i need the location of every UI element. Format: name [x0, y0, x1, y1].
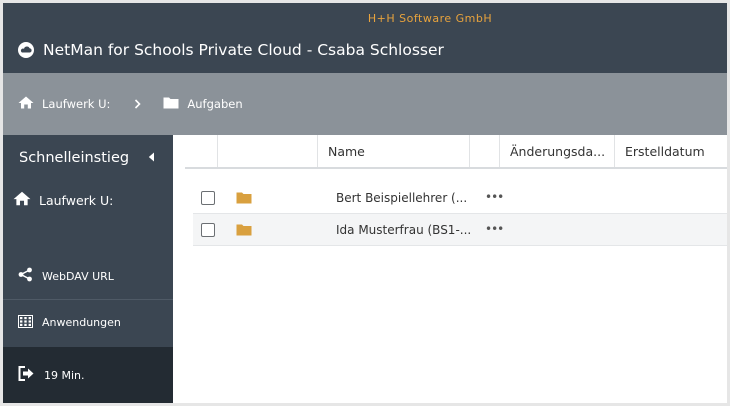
app-title-bar: NetMan for Schools Private Cloud - Csaba…: [17, 41, 444, 59]
row-checkbox[interactable]: [201, 223, 215, 237]
breadcrumb-label-folder: Aufgaben: [187, 97, 243, 111]
logout-timer-label: 19 Min.: [44, 368, 85, 382]
table-row[interactable]: Bert Beispiellehrer (... •••: [193, 182, 727, 214]
share-icon: [18, 267, 33, 285]
column-header-created[interactable]: Erstelldatum: [614, 135, 727, 167]
sidebar-item-apps[interactable]: Anwendungen: [3, 299, 173, 345]
breadcrumb-item-drive[interactable]: Laufwerk U:: [18, 96, 110, 112]
sidebar: Schnelleinstieg Laufwerk U: WebDAV URL A…: [3, 135, 173, 403]
home-icon: [13, 191, 31, 209]
folder-icon: [163, 96, 179, 112]
grid-icon: [18, 314, 33, 331]
sidebar-item-apps-label: Anwendungen: [42, 316, 121, 329]
breadcrumb-item-folder[interactable]: Aufgaben: [163, 96, 243, 112]
chevron-right-icon: [134, 99, 142, 109]
logout-timer[interactable]: 19 Min.: [3, 347, 173, 403]
folder-icon: [236, 191, 252, 207]
column-header-actions: [469, 135, 499, 167]
row-name[interactable]: Bert Beispiellehrer (...: [336, 182, 471, 214]
column-header-modified[interactable]: Änderungsda...: [499, 135, 614, 167]
column-header-name[interactable]: Name: [317, 135, 469, 167]
column-header-type[interactable]: [217, 135, 317, 167]
app-header: H+H Software GmbH NetMan for Schools Pri…: [3, 3, 727, 73]
row-menu-icon[interactable]: •••: [485, 222, 504, 236]
sidebar-item-webdav[interactable]: WebDAV URL: [3, 253, 173, 299]
breadcrumb: Laufwerk U: Aufgaben: [3, 73, 727, 135]
company-name: H+H Software GmbH: [367, 12, 493, 25]
collapse-sidebar-icon[interactable]: [148, 150, 155, 166]
app-title: NetMan for Schools Private Cloud - Csaba…: [43, 41, 444, 59]
breadcrumb-label-drive: Laufwerk U:: [42, 97, 111, 111]
home-icon: [18, 96, 34, 112]
row-checkbox[interactable]: [201, 191, 215, 205]
sidebar-item-drive[interactable]: Laufwerk U:: [3, 181, 173, 209]
table-header: Name Änderungsda... Erstelldatum: [185, 135, 727, 169]
sidebar-item-drive-label: Laufwerk U:: [39, 192, 114, 208]
file-list: Name Änderungsda... Erstelldatum Bert Be…: [173, 135, 727, 403]
app-window: H+H Software GmbH NetMan for Schools Pri…: [3, 3, 727, 403]
sidebar-header: Schnelleinstieg: [3, 135, 173, 181]
folder-icon: [236, 223, 252, 239]
sidebar-item-webdav-label: WebDAV URL: [42, 269, 114, 283]
logout-icon: [18, 366, 35, 384]
row-name[interactable]: Ida Musterfrau (BS1-...: [336, 214, 471, 246]
cloud-logo-icon: [17, 41, 35, 59]
sidebar-heading: Schnelleinstieg: [19, 150, 130, 166]
table-row[interactable]: Ida Musterfrau (BS1-... •••: [193, 214, 727, 246]
column-header-select[interactable]: [185, 135, 217, 167]
row-menu-icon[interactable]: •••: [485, 190, 504, 204]
